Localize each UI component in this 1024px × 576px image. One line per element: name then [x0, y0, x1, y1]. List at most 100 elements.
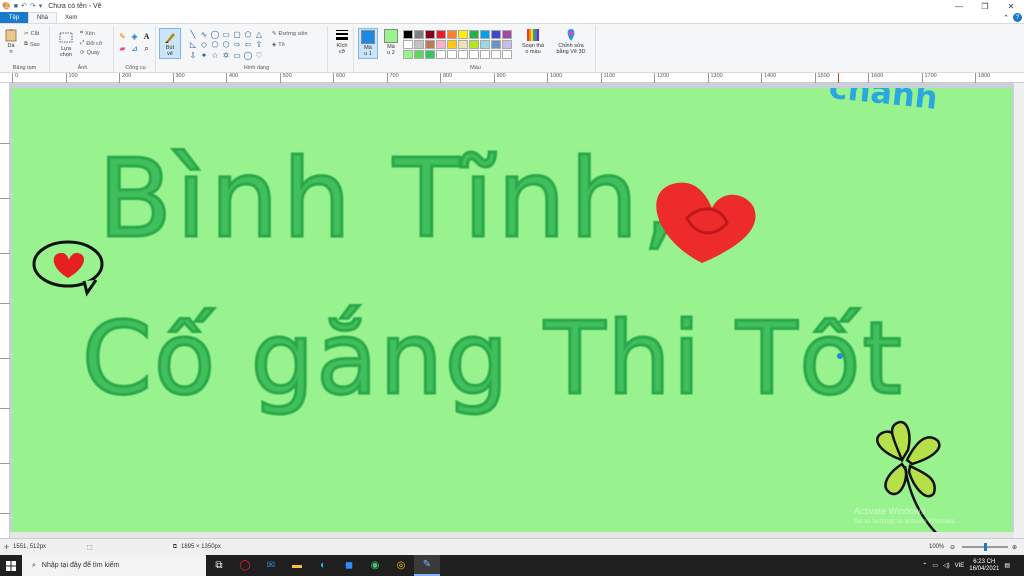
color-swatch[interactable] — [436, 40, 446, 49]
color2-button[interactable]: Mà u 2 — [381, 28, 401, 57]
arrow-down-shape-icon[interactable]: ⇩ — [188, 51, 198, 60]
notification-icon[interactable]: ▤ — [1004, 562, 1010, 569]
color-swatch[interactable] — [414, 40, 424, 49]
vertical-scrollbar[interactable] — [1014, 83, 1024, 538]
color-swatch[interactable] — [425, 30, 435, 39]
color-swatch[interactable] — [436, 30, 446, 39]
rounded-rect-shape-icon[interactable]: ▢ — [232, 30, 242, 39]
opera-icon[interactable]: ◯ — [232, 555, 258, 576]
color-swatch[interactable] — [414, 50, 424, 59]
color-picker-icon[interactable]: ⊿ — [130, 44, 139, 53]
color1-button[interactable]: Mà u 1 — [358, 28, 378, 59]
color-swatch[interactable] — [502, 50, 512, 59]
size-button[interactable]: Kích cỡ — [332, 28, 352, 55]
arrow-left-shape-icon[interactable]: ⇦ — [243, 40, 253, 49]
color-swatch[interactable] — [414, 30, 424, 39]
hexagon-shape-icon[interactable]: ⬡ — [221, 40, 231, 49]
task-view-icon[interactable]: ⧉ — [206, 555, 232, 576]
help-icon[interactable]: ? — [1013, 13, 1022, 22]
undo-icon[interactable]: ↶ — [21, 2, 27, 10]
zoom-in-icon[interactable]: ⊕ — [1012, 544, 1017, 551]
redo-icon[interactable]: ↷ — [30, 2, 36, 10]
close-icon[interactable]: ✕ — [998, 0, 1024, 12]
volume-icon[interactable]: ◁) — [943, 562, 950, 569]
minimize-icon[interactable]: — — [946, 0, 972, 12]
color-swatch[interactable] — [469, 30, 479, 39]
rotate-button[interactable]: ⟳ Quay — [80, 50, 100, 56]
paste-button[interactable]: Dá n — [4, 28, 18, 55]
color-swatch[interactable] — [447, 30, 457, 39]
select-button[interactable]: Lựa chọn — [56, 31, 76, 58]
collapse-ribbon-icon[interactable]: ⌃ — [1003, 14, 1009, 22]
color-swatch[interactable] — [480, 40, 490, 49]
windows-start-button[interactable] — [0, 555, 22, 576]
arrow-right-shape-icon[interactable]: ⇨ — [232, 40, 242, 49]
pencil-icon[interactable]: ✎ — [118, 32, 127, 41]
color-swatch[interactable] — [436, 50, 446, 59]
drawing-canvas[interactable]: Bình Tĩnh, Cố gắng Thi Tốt chanh Activat… — [12, 88, 1012, 534]
tray-chevron-icon[interactable]: ⌃ — [922, 562, 927, 569]
language-indicator[interactable]: VIE — [955, 563, 965, 569]
color-swatch[interactable] — [480, 50, 490, 59]
rectangle-shape-icon[interactable]: ▭ — [221, 30, 231, 39]
folder-icon[interactable]: ▬ — [284, 555, 310, 576]
color-swatch[interactable] — [458, 40, 468, 49]
eraser-icon[interactable]: ▰ — [118, 44, 127, 53]
curve-shape-icon[interactable]: ∿ — [199, 30, 209, 39]
callout-rect-shape-icon[interactable]: ▭ — [232, 51, 242, 60]
zalo-icon[interactable]: ◉ — [362, 555, 388, 576]
crop-button[interactable]: ⌗ Xén — [80, 30, 95, 37]
mail-icon[interactable]: ✉ — [258, 555, 284, 576]
resize-button[interactable]: ⤢ Đổi cỡ — [80, 40, 103, 47]
color-swatch[interactable] — [491, 50, 501, 59]
text-tool-icon[interactable]: A — [142, 32, 151, 41]
star4-shape-icon[interactable]: ✦ — [199, 51, 209, 60]
paint3d-button[interactable]: Chỉnh sửa bằng Vẽ 3D — [554, 28, 588, 55]
zoom-slider-thumb[interactable] — [983, 543, 987, 551]
chrome-icon[interactable]: ◎ — [388, 555, 414, 576]
tab-file[interactable]: Tệp — [0, 12, 28, 23]
arrow-up-shape-icon[interactable]: ⇧ — [254, 40, 264, 49]
taskbar-search-box[interactable]: ⌕ Nhập tại đây để tìm kiếm — [22, 555, 206, 576]
color-swatch[interactable] — [491, 40, 501, 49]
zoom-icon[interactable]: ◼ — [336, 555, 362, 576]
brushes-button[interactable]: Bút vẽ — [159, 28, 181, 59]
color-swatch[interactable] — [491, 30, 501, 39]
color-swatch[interactable] — [458, 50, 468, 59]
color-swatch[interactable] — [447, 50, 457, 59]
line-shape-icon[interactable]: ╲ — [188, 30, 198, 39]
customize-chevron-icon[interactable]: ▾ — [39, 2, 43, 10]
save-icon[interactable]: ■ — [14, 3, 18, 10]
color-swatch[interactable] — [403, 50, 413, 59]
oval-shape-icon[interactable]: ◯ — [210, 30, 220, 39]
triangle-shape-icon[interactable]: △ — [254, 30, 264, 39]
outline-button[interactable]: ✎ Đường viền — [272, 31, 308, 37]
taskbar-clock[interactable]: 6:23 CH 16/04/2021 — [969, 559, 999, 573]
magnifier-icon[interactable]: ⌕ — [142, 44, 151, 53]
callout-oval-shape-icon[interactable]: ◯ — [243, 51, 253, 60]
color-swatch[interactable] — [458, 30, 468, 39]
tab-view[interactable]: Xem — [57, 12, 85, 23]
star5-shape-icon[interactable]: ☆ — [210, 51, 220, 60]
fill-bucket-icon[interactable]: ◈ — [130, 32, 139, 41]
network-icon[interactable]: ▭ — [932, 562, 938, 569]
pentagon-shape-icon[interactable]: ⬠ — [210, 40, 220, 49]
color-swatch[interactable] — [403, 30, 413, 39]
copy-button[interactable]: ⧉ Sao — [24, 41, 40, 48]
tab-home[interactable]: Nhà — [28, 12, 58, 23]
color-swatch[interactable] — [425, 50, 435, 59]
heart-shape-icon[interactable]: ♡ — [254, 51, 264, 60]
edit-colors-button[interactable]: Soạn thả o màu — [520, 28, 546, 55]
color-swatch[interactable] — [502, 40, 512, 49]
color-swatch[interactable] — [480, 30, 490, 39]
zoom-slider[interactable] — [962, 543, 1008, 551]
fill-button[interactable]: ◈ Tô — [272, 42, 285, 48]
color-swatch[interactable] — [469, 50, 479, 59]
color-swatch[interactable] — [502, 30, 512, 39]
cut-button[interactable]: ✂ Cắt — [24, 31, 39, 37]
color-swatch[interactable] — [403, 40, 413, 49]
edge-icon[interactable]: ◐ — [310, 555, 336, 576]
right-triangle-shape-icon[interactable]: ◺ — [188, 40, 198, 49]
paint-icon[interactable]: ✎ — [414, 555, 440, 576]
color-swatch[interactable] — [425, 40, 435, 49]
